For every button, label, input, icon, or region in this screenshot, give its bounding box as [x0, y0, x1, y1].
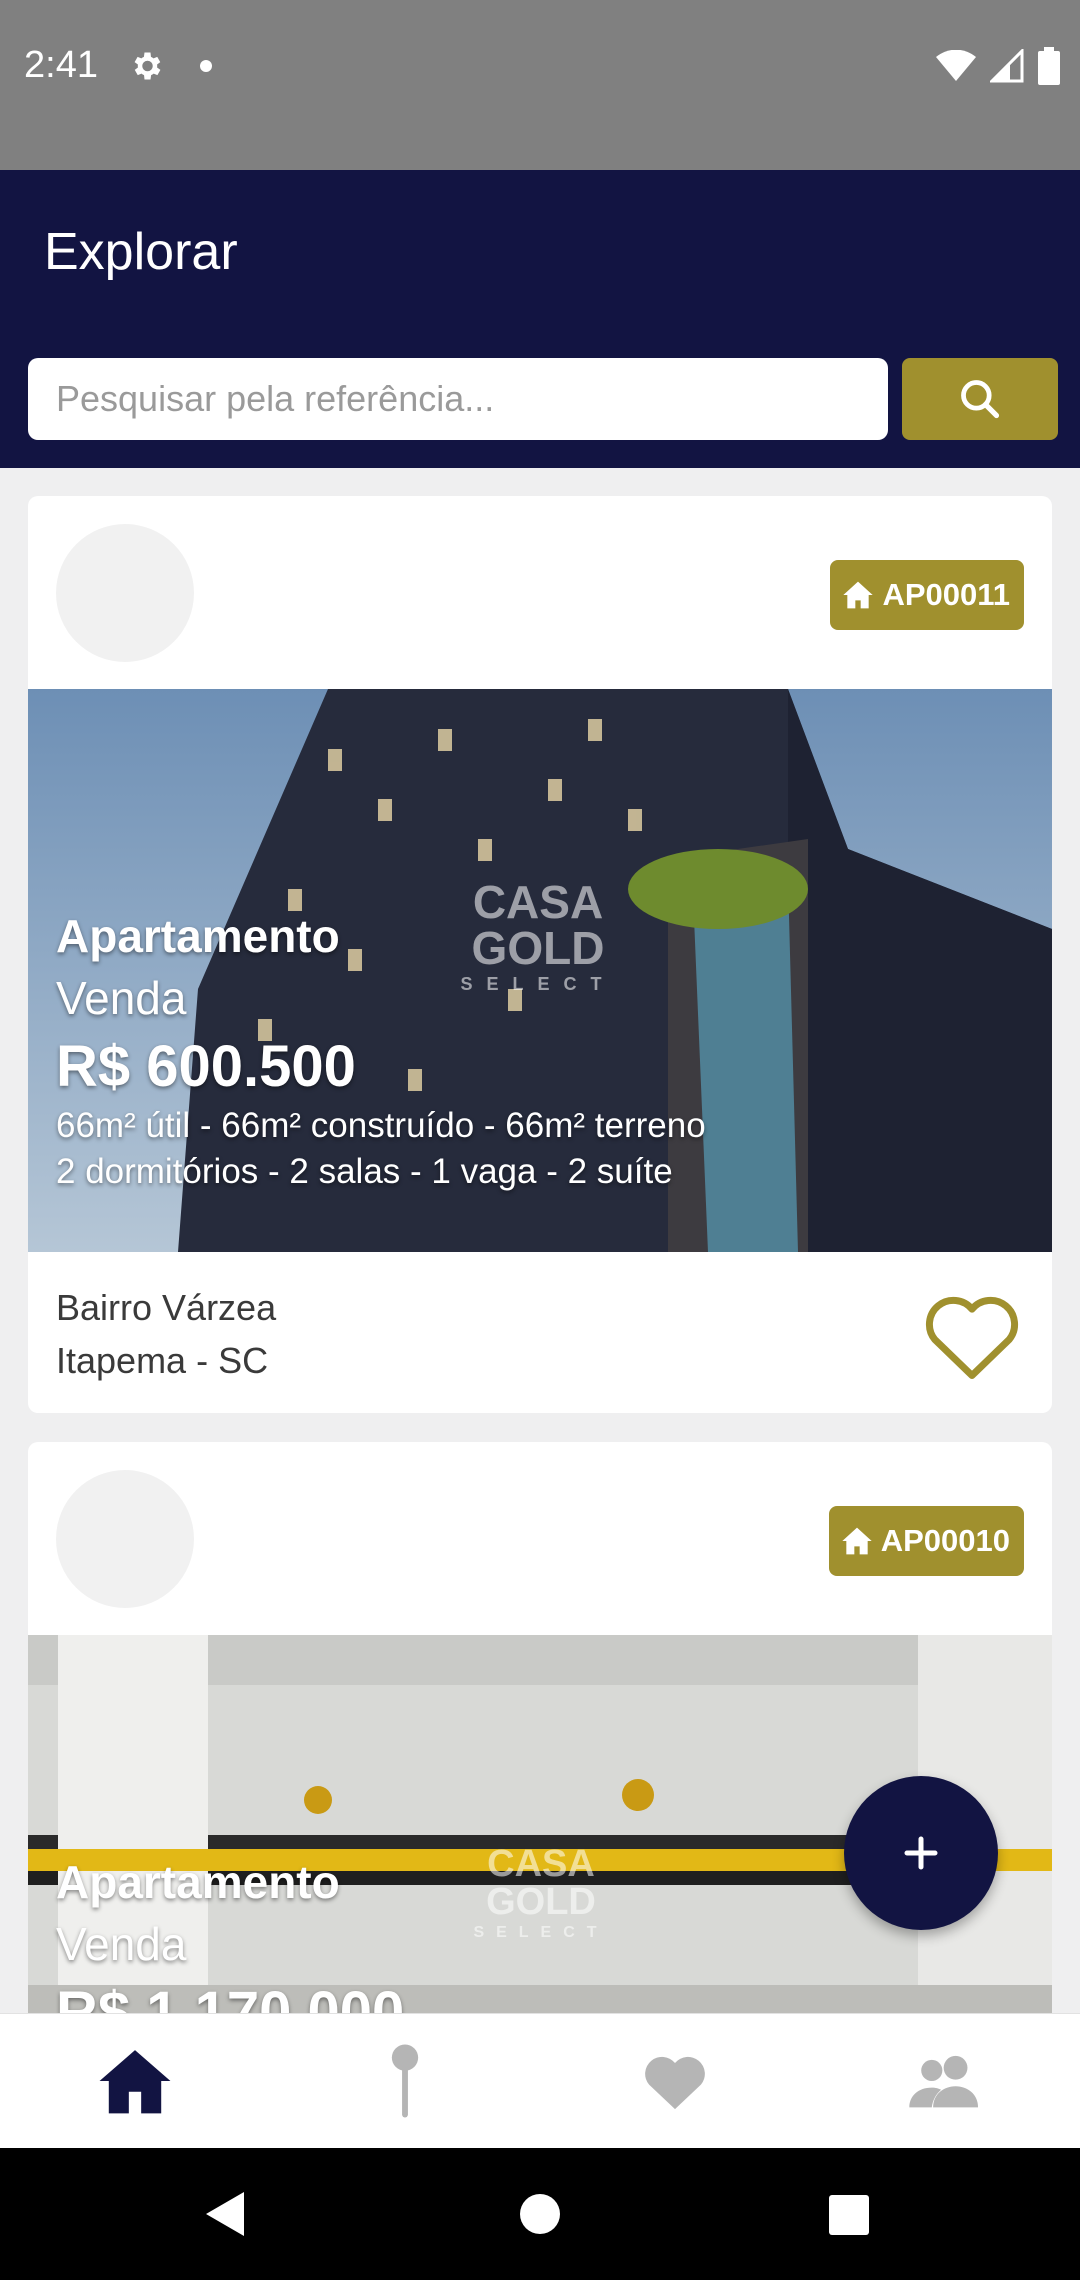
battery-icon [1038, 47, 1060, 85]
system-navigation-bar [0, 2148, 1080, 2280]
watermark-line: SELECT [473, 1924, 609, 1941]
agent-avatar [56, 524, 194, 662]
home-icon [843, 581, 874, 609]
status-time: 2:41 [24, 44, 98, 86]
add-listing-button[interactable] [844, 1776, 998, 1930]
listing-card[interactable]: AP00010 CASA GOLD SELECT Apartamento Ven… [28, 1442, 1052, 2013]
watermark-line: CASA [487, 1843, 595, 1885]
home-icon [99, 2050, 171, 2114]
listing-overlay: Apartamento Venda R$ 1.170.000 [56, 1855, 404, 2013]
listing-photo[interactable]: CASA GOLD SELECT Apartamento Venda R$ 60… [28, 689, 1052, 1252]
page-title: Explorar [44, 223, 238, 281]
search-button[interactable] [902, 358, 1058, 440]
home-circle-icon[interactable] [518, 2192, 562, 2236]
nav-home[interactable] [0, 2014, 270, 2148]
property-type: Apartamento [56, 910, 340, 962]
nav-favorites[interactable] [540, 2014, 810, 2148]
deal-type: Venda [56, 1918, 187, 1970]
listing-overlay: Apartamento Venda R$ 600.500 66m² útil -… [56, 909, 706, 1192]
wifi-icon [936, 50, 976, 81]
property-type: Apartamento [56, 1856, 340, 1908]
heart-icon [645, 2056, 705, 2110]
city: Itapema - SC [56, 1340, 269, 1381]
watermark-logo: CASA GOLD SELECT [456, 1845, 626, 1941]
agent-avatar [56, 1470, 194, 1608]
favorite-button[interactable] [918, 1286, 1026, 1382]
back-icon[interactable] [202, 2190, 246, 2238]
neighborhood: Bairro Várzea [56, 1287, 277, 1328]
property-rooms: 2 dormitórios - 2 salas - 1 vaga - 2 suí… [56, 1152, 673, 1191]
status-bar: 2:41 [0, 0, 1080, 170]
search-input[interactable] [28, 358, 888, 440]
heart-outline-icon [925, 1296, 1019, 1379]
nav-map[interactable] [270, 2014, 540, 2148]
app-bar: Explorar [0, 170, 1080, 468]
reference-badge: AP00011 [830, 560, 1024, 630]
settings-icon [134, 52, 161, 80]
pin-icon [391, 2044, 419, 2118]
home-icon [842, 1527, 872, 1555]
reference-code: AP00011 [882, 577, 1010, 612]
deal-type: Venda [56, 972, 187, 1024]
recents-icon[interactable] [828, 2194, 870, 2236]
status-icons [936, 46, 1060, 86]
notification-dot-icon [200, 60, 212, 72]
signal-icon [990, 49, 1024, 83]
listing-card[interactable]: AP00011 CASA GOLD SELECT Apartamento Ven… [28, 496, 1052, 1413]
nav-people[interactable] [810, 2014, 1080, 2148]
people-icon [909, 2055, 979, 2108]
property-price: R$ 600.500 [56, 1034, 356, 1099]
listing-location: Bairro Várzea Itapema - SC [56, 1281, 276, 1387]
bottom-navigation [0, 2013, 1080, 2148]
property-areas: 66m² útil - 66m² construído - 66m² terre… [56, 1106, 706, 1145]
property-price: R$ 1.170.000 [56, 1980, 405, 2013]
search-icon [961, 380, 1000, 419]
watermark-line: GOLD [486, 1881, 596, 1923]
reference-badge: AP00010 [828, 1506, 1024, 1576]
reference-code: AP00010 [880, 1523, 1010, 1558]
plus-icon [904, 1836, 938, 1870]
